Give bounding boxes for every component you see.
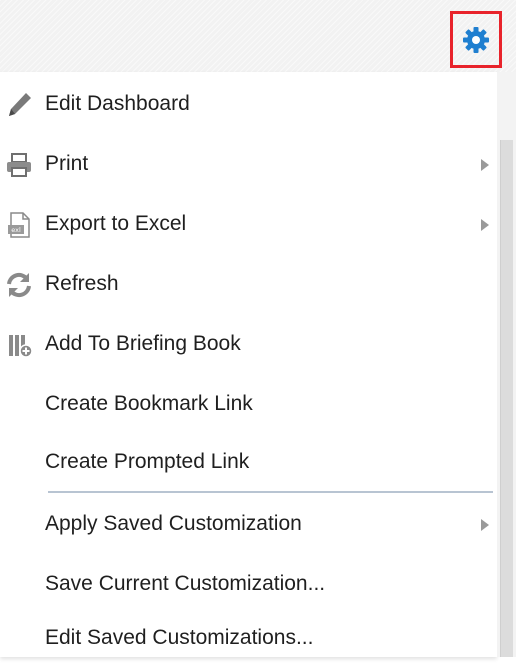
- menu-item-label: Edit Dashboard: [45, 92, 190, 115]
- menu-item-print[interactable]: Print: [0, 138, 497, 190]
- menu-item-add-to-briefing-book[interactable]: Add To Briefing Book: [0, 318, 497, 370]
- menu-item-save-current-customization[interactable]: Save Current Customization...: [0, 558, 497, 610]
- scrollbar-thumb[interactable]: [500, 140, 513, 657]
- pencil-icon: [9, 93, 31, 116]
- menu-item-create-prompted-link[interactable]: Create Prompted Link: [0, 436, 497, 488]
- gear-icon: [463, 26, 489, 53]
- menu-item-label: Refresh: [45, 272, 119, 295]
- menu-item-label: Export to Excel: [45, 212, 187, 235]
- menu-item-label: Create Prompted Link: [45, 450, 250, 473]
- menu-item-label: Print: [45, 152, 89, 175]
- refresh-icon: [7, 272, 31, 298]
- menu-divider: [48, 491, 493, 493]
- menu-item-label: Create Bookmark Link: [45, 392, 253, 415]
- menu-item-edit-saved-customizations[interactable]: Edit Saved Customizations...: [0, 612, 497, 664]
- excel-icon: exl: [8, 212, 30, 238]
- submenu-arrow-icon: [481, 519, 489, 531]
- submenu-arrow-icon: [481, 219, 489, 231]
- menu-item-create-bookmark-link[interactable]: Create Bookmark Link: [0, 378, 497, 430]
- menu-item-label: Apply Saved Customization: [45, 512, 302, 535]
- top-toolbar: [0, 0, 516, 80]
- menu-item-export-to-excel[interactable]: exl Export to Excel: [0, 198, 497, 250]
- menu-item-refresh[interactable]: Refresh: [0, 258, 497, 310]
- menu-item-label: Edit Saved Customizations...: [45, 626, 314, 649]
- dashboard-options-menu: Edit Dashboard Print exl Export to Excel…: [0, 72, 497, 657]
- menu-item-apply-saved-customization[interactable]: Apply Saved Customization: [0, 498, 497, 550]
- submenu-arrow-icon: [481, 159, 489, 171]
- menu-item-edit-dashboard[interactable]: Edit Dashboard: [0, 78, 497, 130]
- svg-text:exl: exl: [11, 226, 21, 234]
- printer-icon: [7, 153, 31, 177]
- menu-item-label: Add To Briefing Book: [45, 332, 241, 355]
- menu-item-label: Save Current Customization...: [45, 572, 326, 595]
- briefing-book-icon: [9, 335, 33, 358]
- settings-button[interactable]: [450, 11, 502, 68]
